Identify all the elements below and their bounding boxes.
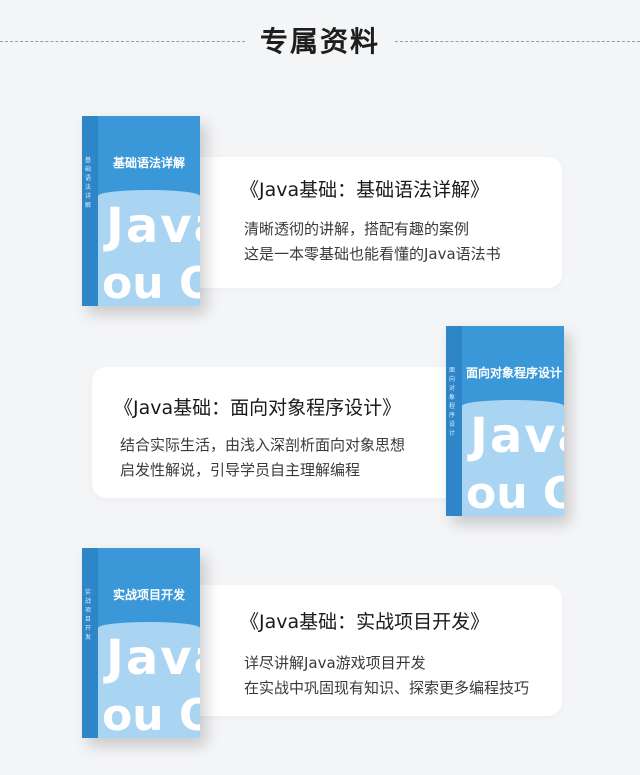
- book-java-text: Java: [106, 198, 200, 254]
- card-title: 《Java基础：基础语法详解》: [240, 179, 490, 201]
- card-desc-line-1: 结合实际生活，由浅入深剖析面向对象思想: [120, 436, 406, 454]
- book-cover-2[interactable]: 面向对象程序设计 面向对象程序设计 Java ou O: [446, 326, 564, 516]
- book-cover-1[interactable]: 基础语法详解 基础语法详解 Java ou O: [82, 116, 200, 306]
- material-card-1[interactable]: 《Java基础：基础语法详解》 清晰透彻的讲解，搭配有趣的案例 这是一本零基础也…: [178, 157, 562, 288]
- book-spine-text: 实战项目开发: [85, 589, 92, 641]
- book-java-text: Java: [106, 630, 200, 686]
- card-desc-line-2: 启发性解说，引导学员自主理解编程: [120, 461, 361, 479]
- book-spine-text: 基础语法详解: [85, 157, 92, 209]
- card-desc-line-2: 这是一本零基础也能看懂的Java语法书: [244, 245, 501, 263]
- card-title: 《Java基础：实战项目开发》: [240, 611, 490, 633]
- dashed-divider-right: [395, 41, 640, 42]
- book-title: 面向对象程序设计: [466, 366, 563, 380]
- book-title: 实战项目开发: [112, 588, 185, 602]
- book-java-text-2: ou O: [102, 690, 200, 738]
- book-title: 基础语法详解: [112, 156, 185, 170]
- book-spine: [82, 116, 98, 306]
- book-cover-3[interactable]: 实战项目开发 实战项目开发 Java ou O: [82, 548, 200, 738]
- section-title: 专属资料: [259, 25, 380, 58]
- book-spine-text: 面向对象程序设计: [449, 367, 456, 437]
- book-java-text: Java: [470, 408, 564, 464]
- book-java-text-2: ou O: [102, 258, 200, 306]
- material-card-3[interactable]: 《Java基础：实战项目开发》 详尽讲解Java游戏项目开发 在实战中巩固现有知…: [178, 585, 562, 716]
- material-card-2[interactable]: 《Java基础：面向对象程序设计》 结合实际生活，由浅入深剖析面向对象思想 启发…: [92, 367, 492, 498]
- book-java-text-2: ou O: [466, 468, 564, 516]
- card-title: 《Java基础：面向对象程序设计》: [114, 397, 402, 419]
- card-desc-line-2: 在实战中巩固现有知识、探索更多编程技巧: [244, 679, 530, 697]
- section-header: 专属资料: [0, 0, 640, 80]
- card-desc-line-1: 清晰透彻的讲解，搭配有趣的案例: [244, 220, 470, 238]
- book-spine: [82, 548, 98, 738]
- card-desc-line-1: 详尽讲解Java游戏项目开发: [244, 654, 426, 672]
